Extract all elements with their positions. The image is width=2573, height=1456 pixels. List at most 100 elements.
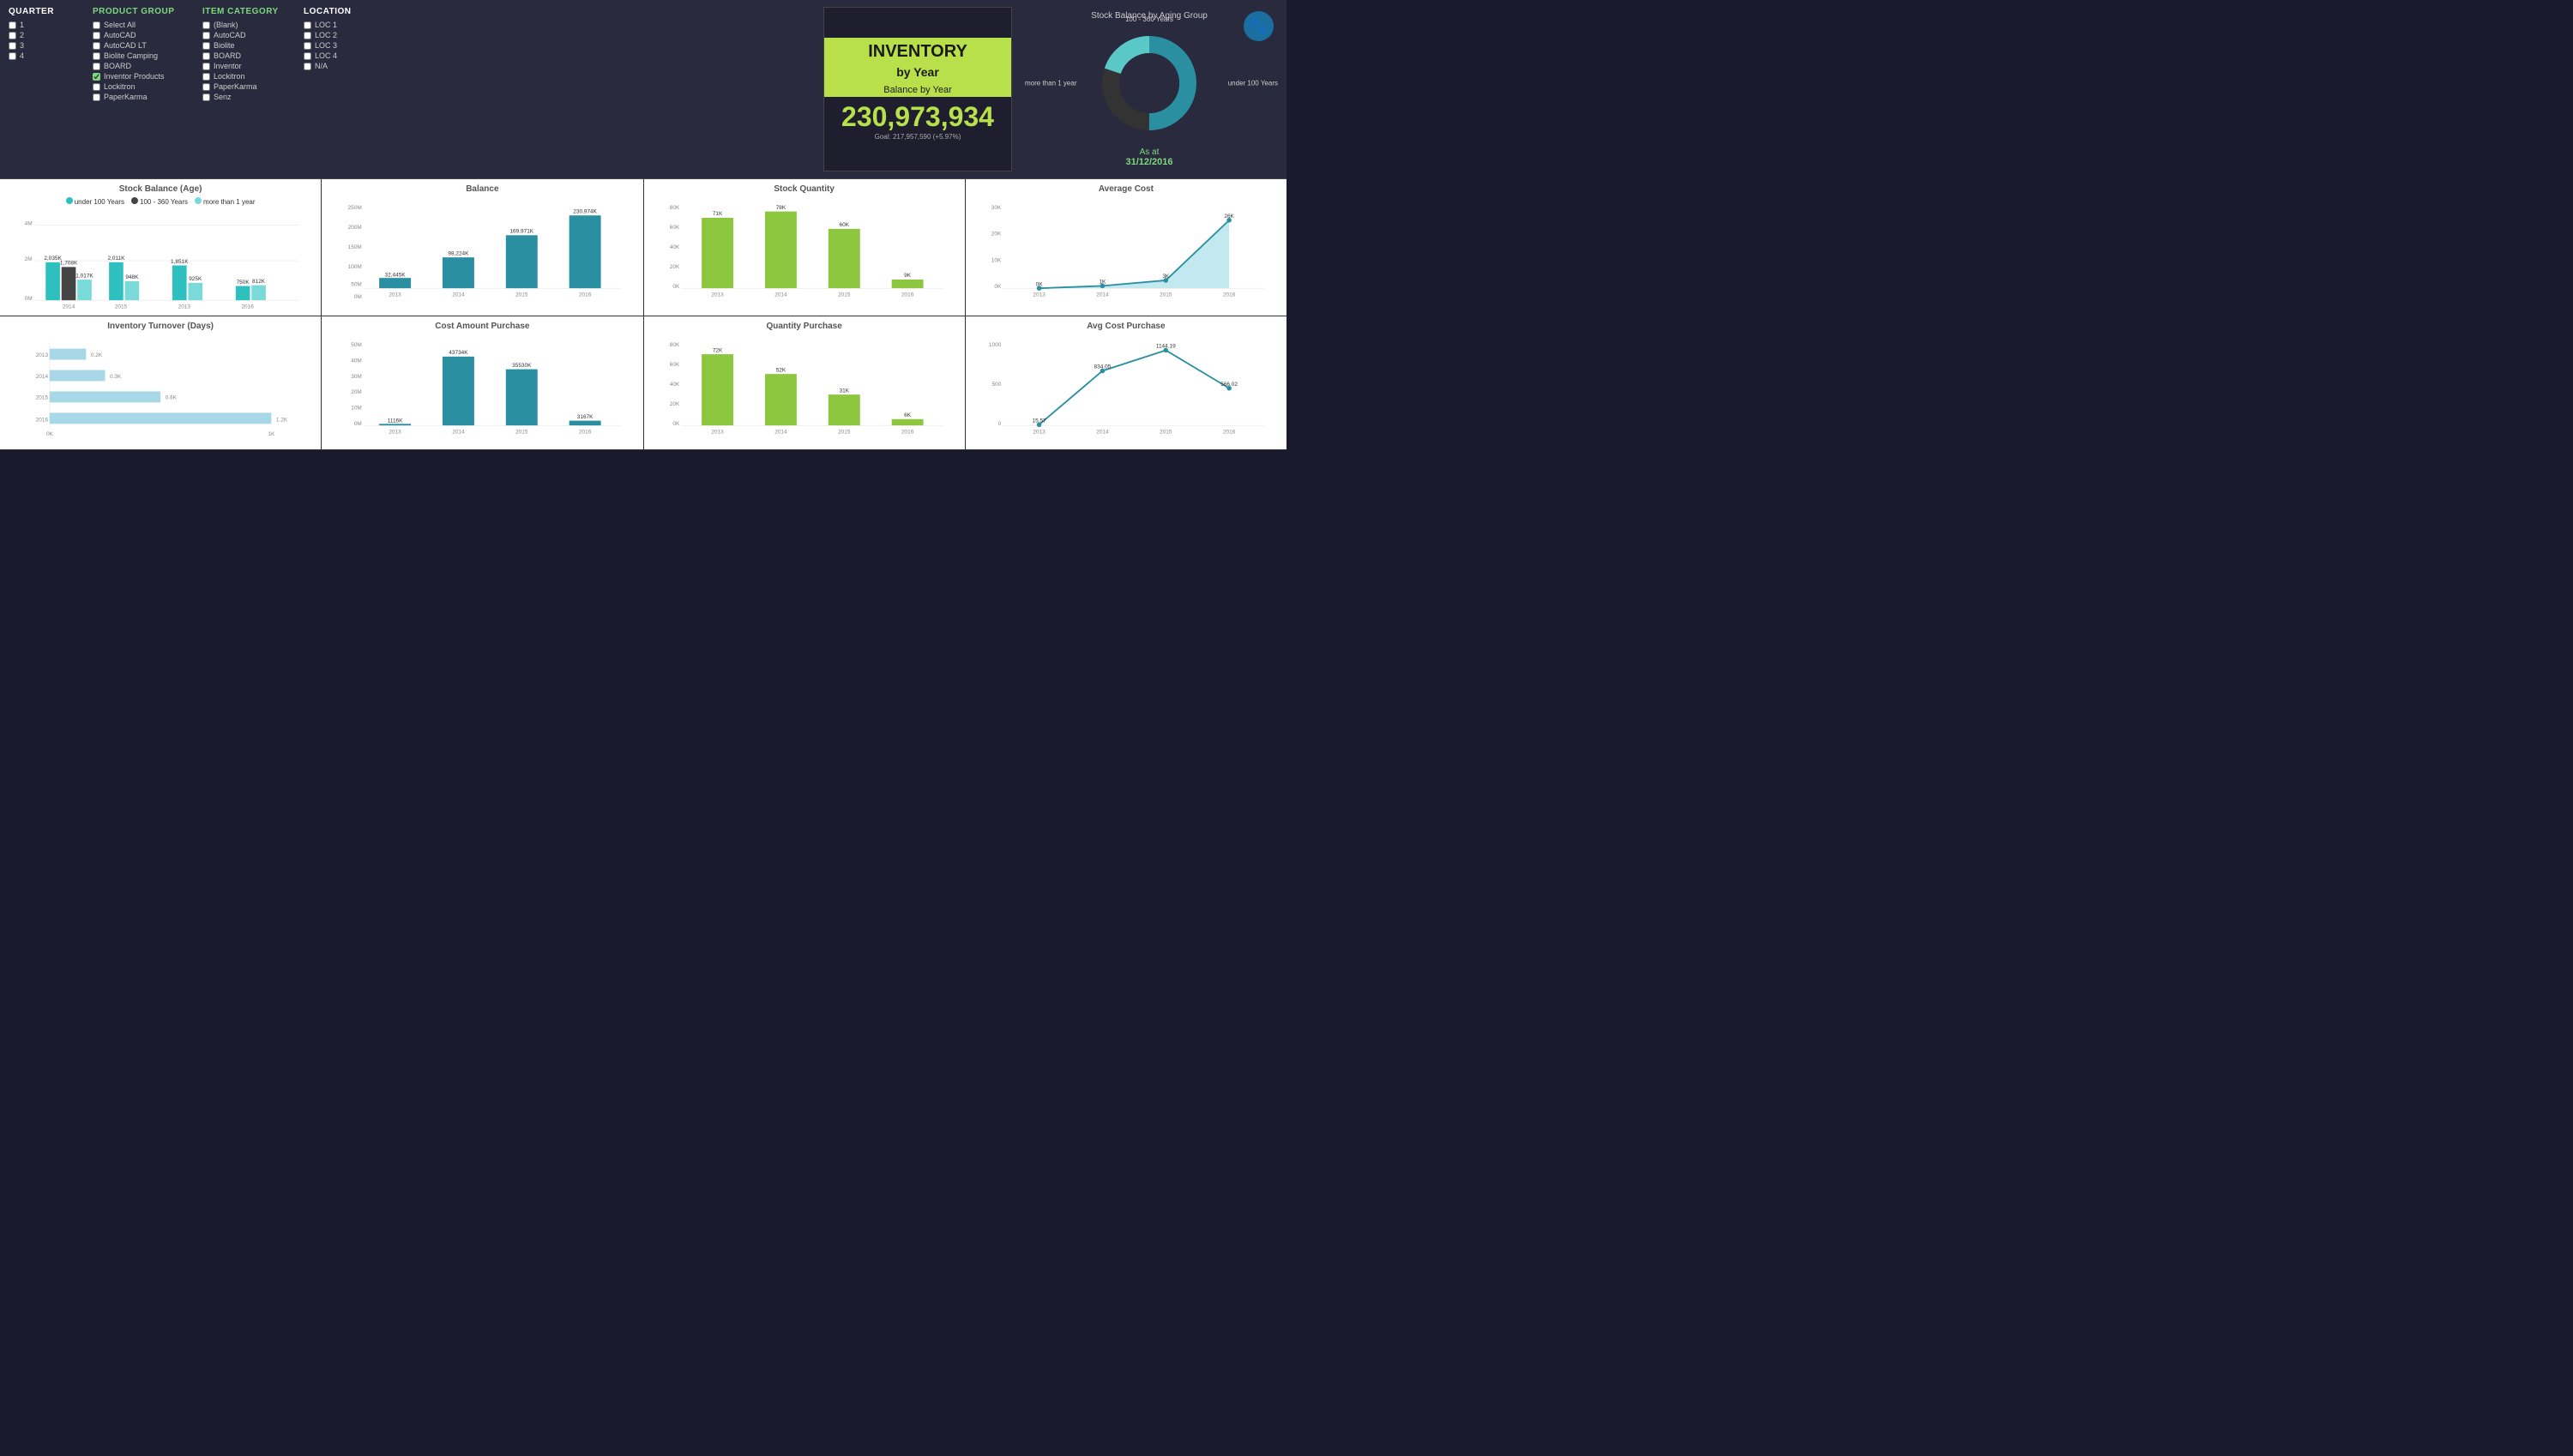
quarter-filter: Quarter 1 2 3 4: [9, 7, 77, 171]
kpi-center: INVENTORY by Year Balance by Year 230,97…: [823, 7, 1012, 171]
ic-lockitron-label: Lockitron: [214, 72, 245, 81]
item-category-filter: ITEM CATEGORY (Blank) AutoCAD Biolite BO…: [202, 7, 288, 171]
q2-checkbox[interactable]: [9, 32, 16, 39]
svg-text:35530K: 35530K: [512, 363, 532, 369]
chart-qtypurch-svg: 80K 60K 40K 20K 0K 72K 2013 52K 2014: [651, 334, 958, 437]
pg-board[interactable]: BOARD: [93, 62, 187, 70]
pg-biolite-label: Biolite Camping: [104, 51, 158, 60]
q2-item[interactable]: 2: [9, 31, 77, 39]
donut-area: 🐾 Stock Balance by Aging Group more than…: [1021, 7, 1278, 171]
ic-biolite-cb[interactable]: [202, 42, 210, 50]
ic-paperkarma[interactable]: PaperKarma: [202, 82, 288, 91]
loc2-cb[interactable]: [304, 32, 311, 39]
ic-inventor-label: Inventor: [214, 62, 242, 70]
svg-text:20K: 20K: [991, 231, 1002, 237]
ic-lockitron[interactable]: Lockitron: [202, 72, 288, 81]
chart-qty-purchase: Quantity Purchase 80K 60K 40K 20K 0K 72K…: [644, 316, 966, 449]
chart-avgcost-inner: 30K 20K 10K 0K 0K 1K: [973, 197, 1280, 300]
svg-text:2016: 2016: [1223, 292, 1236, 298]
ic-inventor-cb[interactable]: [202, 63, 210, 70]
svg-text:26K: 26K: [1224, 214, 1234, 220]
legend-under100: under 100 Years: [66, 197, 124, 206]
locna[interactable]: N/A: [304, 62, 364, 70]
svg-text:150M: 150M: [348, 244, 362, 250]
pg-autocad-cb[interactable]: [93, 32, 100, 39]
svg-text:60K: 60K: [669, 225, 679, 231]
paw-icon: 🐾: [1244, 11, 1274, 41]
pg-autocad[interactable]: AutoCAD: [93, 31, 187, 39]
ic-board-label: BOARD: [214, 51, 241, 60]
svg-text:20K: 20K: [669, 401, 679, 407]
svg-text:2013: 2013: [711, 292, 724, 298]
kpi-label: Balance by Year: [824, 83, 1011, 97]
svg-text:2014: 2014: [1096, 429, 1109, 435]
ic-senz-cb[interactable]: [202, 93, 210, 101]
svg-text:2013: 2013: [178, 304, 191, 310]
chart-balance-svg: 250M 200M 150M 100M 50M 32,445K 2013 98,…: [328, 197, 636, 300]
loc3-cb[interactable]: [304, 42, 311, 50]
svg-text:40K: 40K: [669, 244, 679, 250]
svg-text:4M: 4M: [25, 220, 33, 226]
ic-autocad[interactable]: AutoCAD: [202, 31, 288, 39]
pg-paperkarma-cb[interactable]: [93, 93, 100, 101]
ic-biolite[interactable]: Biolite: [202, 41, 288, 50]
loc2[interactable]: LOC 2: [304, 31, 364, 39]
ic-inventor[interactable]: Inventor: [202, 62, 288, 70]
loc1-label: LOC 1: [315, 21, 337, 29]
q4-checkbox[interactable]: [9, 52, 16, 60]
pg-inventor-cb[interactable]: [93, 73, 100, 81]
svg-text:1K: 1K: [1099, 280, 1106, 286]
ic-blank-label: (Blank): [214, 21, 238, 29]
pg-selectall[interactable]: Select All: [93, 21, 187, 29]
locna-label: N/A: [315, 62, 328, 70]
as-at-label: As at: [1125, 147, 1172, 157]
svg-text:2013: 2013: [1033, 292, 1045, 298]
pg-autocadlt-cb[interactable]: [93, 42, 100, 50]
svg-text:80K: 80K: [669, 342, 679, 348]
q1-checkbox[interactable]: [9, 21, 16, 29]
pg-paperkarma[interactable]: PaperKarma: [93, 93, 187, 101]
chart-balance: Balance 250M 200M 150M 100M 50M 32,445K …: [322, 179, 643, 316]
loc4-cb[interactable]: [304, 52, 311, 60]
ic-senz[interactable]: Senz: [202, 93, 288, 101]
q3-checkbox[interactable]: [9, 42, 16, 50]
q3-item[interactable]: 3: [9, 41, 77, 50]
ic-board[interactable]: BOARD: [202, 51, 288, 60]
pg-board-cb[interactable]: [93, 63, 100, 70]
pg-lockitron-cb[interactable]: [93, 83, 100, 91]
chart-avgcost-title: Average Cost: [973, 184, 1280, 194]
pg-lockitron[interactable]: Lockitron: [93, 82, 187, 91]
chart-stock-balance-age: Stock Balance (Age) under 100 Years 100 …: [0, 179, 322, 316]
ic-lockitron-cb[interactable]: [202, 73, 210, 81]
loc4[interactable]: LOC 4: [304, 51, 364, 60]
svg-text:6K: 6K: [904, 412, 912, 418]
loc1[interactable]: LOC 1: [304, 21, 364, 29]
loc1-cb[interactable]: [304, 21, 311, 29]
pg-autocadlt[interactable]: AutoCAD LT: [93, 41, 187, 50]
svg-text:2013: 2013: [389, 292, 402, 298]
ic-blank-cb[interactable]: [202, 21, 210, 29]
q1-item[interactable]: 1: [9, 21, 77, 29]
pg-autocad-label: AutoCAD: [104, 31, 136, 39]
ic-autocad-cb[interactable]: [202, 32, 210, 39]
ic-board-cb[interactable]: [202, 52, 210, 60]
locna-cb[interactable]: [304, 63, 311, 70]
pg-biolite[interactable]: Biolite Camping: [93, 51, 187, 60]
chart-stockqty-inner: 80K 60K 40K 20K 0K 71K 2013 78K 2014: [651, 197, 958, 300]
q4-label: 4: [20, 51, 24, 60]
pg-selectall-cb[interactable]: [93, 21, 100, 29]
item-category-label: ITEM CATEGORY: [202, 7, 288, 16]
ic-blank[interactable]: (Blank): [202, 21, 288, 29]
pg-biolite-cb[interactable]: [93, 52, 100, 60]
pg-inventor-label: Inventor Products: [104, 72, 165, 81]
ic-paperkarma-cb[interactable]: [202, 83, 210, 91]
loc3[interactable]: LOC 3: [304, 41, 364, 50]
q4-item[interactable]: 4: [9, 51, 77, 60]
chart-costpurch-title: Cost Amount Purchase: [328, 322, 636, 331]
location-filter: LOCATION LOC 1 LOC 2 LOC 3 LOC 4 N/A: [304, 7, 364, 171]
svg-text:0K: 0K: [1035, 281, 1043, 287]
filter-section: Quarter 1 2 3 4 PRODUCT GROUP Select All…: [9, 7, 815, 171]
pg-inventor[interactable]: Inventor Products: [93, 72, 187, 81]
chart-avgcost-purchase: Avg Cost Purchase 1000 500 0: [966, 316, 1286, 449]
chart-costpurch-inner: 50M 40M 30M 20M 10M 0M 1116K 2013 43734K…: [328, 334, 636, 437]
